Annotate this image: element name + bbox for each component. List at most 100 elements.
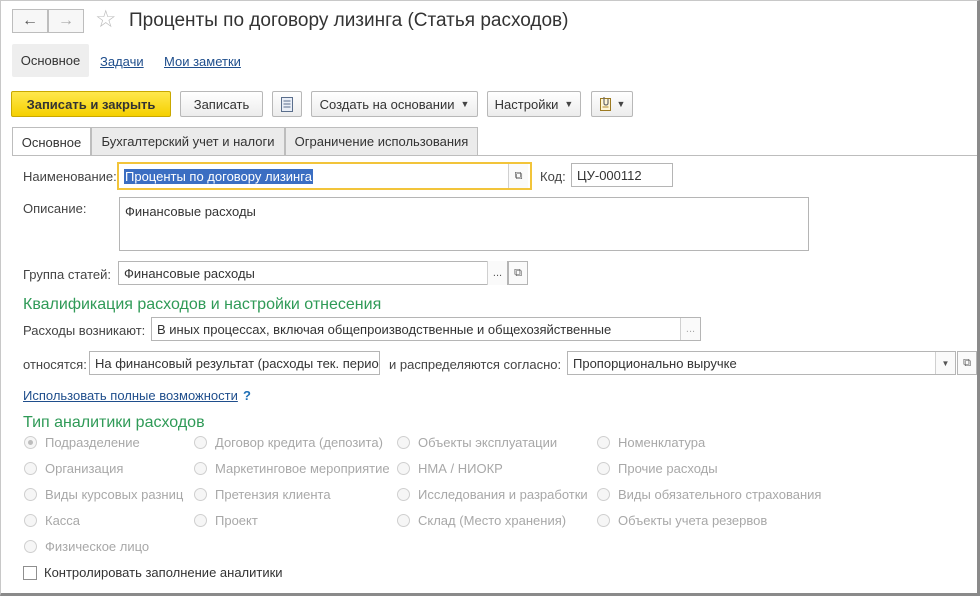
radio-icon (397, 514, 410, 527)
ellipsis-icon: ... (685, 323, 696, 335)
radio-cash[interactable]: Касса (24, 513, 80, 528)
group-label: Группа статей: (23, 267, 111, 282)
report-button[interactable] (272, 91, 302, 117)
full-features-link[interactable]: Использовать полные возможности (23, 388, 238, 403)
distribute-label: и распределяются согласно: (389, 357, 562, 372)
radio-label: Склад (Место хранения) (418, 513, 567, 528)
save-button[interactable]: Записать (180, 91, 263, 117)
nav-tasks[interactable]: Задачи (100, 54, 144, 69)
settings-button[interactable]: Настройки ▼ (487, 91, 581, 117)
help-icon[interactable]: ? (243, 388, 251, 403)
radio-icon (24, 514, 37, 527)
code-value: ЦУ-000112 (577, 167, 642, 183)
radio-label: Объекты эксплуатации (418, 435, 558, 450)
name-value: Проценты по договору лизинга (124, 168, 313, 184)
arise-value: В иных процессах, включая общепроизводст… (157, 321, 612, 337)
radio-label: Виды курсовых разниц (45, 487, 184, 502)
tab-usage-restrictions[interactable]: Ограничение использования (285, 127, 478, 155)
radio-icon (597, 488, 610, 501)
radio-label: Объекты учета резервов (618, 513, 768, 528)
favorite-star-icon[interactable]: ☆ (95, 7, 117, 33)
distribute-open-button[interactable]: ⧉ (957, 351, 977, 375)
relate-label: относятся: (23, 357, 87, 372)
radio-nomenclature[interactable]: Номенклатура (597, 435, 705, 450)
radio-label: Прочие расходы (618, 461, 718, 476)
tab-accounting-taxes[interactable]: Бухгалтерский учет и налоги (91, 127, 285, 155)
radio-icon (24, 540, 37, 553)
radio-research[interactable]: Исследования и разработки (397, 487, 588, 502)
radio-project[interactable]: Проект (194, 513, 258, 528)
name-label: Наименование: (23, 169, 117, 184)
save-and-close-label: Записать и закрыть (26, 96, 156, 112)
radio-label: Маркетинговое мероприятие (215, 461, 390, 476)
radio-reserve-objects[interactable]: Объекты учета резервов (597, 513, 767, 528)
open-window-icon: ⧉ (514, 169, 523, 182)
radio-label: Подразделение (45, 435, 140, 450)
group-input[interactable]: Финансовые расходы (118, 261, 508, 285)
control-analytics-label: Контролировать заполнение аналитики (44, 565, 283, 580)
distribute-select[interactable]: Пропорционально выручке (567, 351, 956, 375)
create-based-on-label: Создать на основании (319, 96, 455, 112)
code-label: Код: (540, 169, 566, 184)
radio-other-expenses[interactable]: Прочие расходы (597, 461, 718, 476)
arise-input[interactable]: В иных процессах, включая общепроизводст… (151, 317, 701, 341)
relate-input[interactable]: На финансовый результат (расходы тек. пе… (89, 351, 380, 375)
radio-credit-contract[interactable]: Договор кредита (депозита) (194, 435, 383, 450)
qualification-title: Квалификация расходов и настройки отнесе… (23, 296, 382, 313)
radio-icon (194, 462, 207, 475)
radio-icon (194, 488, 207, 501)
radio-icon (24, 488, 37, 501)
radio-label: Исследования и разработки (418, 487, 588, 502)
radio-label: Претензия клиента (215, 487, 331, 502)
attachments-button[interactable]: ▼ (591, 91, 633, 117)
group-value: Финансовые расходы (124, 265, 255, 281)
radio-label: Проект (215, 513, 258, 528)
chevron-down-icon: ▼ (564, 99, 574, 109)
radio-exchange-differences[interactable]: Виды курсовых разниц (24, 487, 183, 502)
open-window-icon: ⧉ (963, 356, 971, 369)
radio-subdivision[interactable]: Подразделение (24, 435, 140, 450)
radio-organization[interactable]: Организация (24, 461, 123, 476)
nav-main[interactable]: Основное (12, 44, 89, 77)
arrow-right-icon: → (58, 12, 74, 29)
radio-client-claim[interactable]: Претензия клиента (194, 487, 331, 502)
radio-individual[interactable]: Физическое лицо (24, 539, 149, 554)
radio-intangible-assets[interactable]: НМА / НИОКР (397, 461, 503, 476)
create-based-on-button[interactable]: Создать на основании ▼ (311, 91, 478, 117)
radio-icon (397, 462, 410, 475)
radio-label: Организация (45, 461, 124, 476)
save-and-close-button[interactable]: Записать и закрыть (11, 91, 171, 117)
radio-operation-objects[interactable]: Объекты эксплуатации (397, 435, 557, 450)
distribute-value: Пропорционально выручке (573, 355, 737, 371)
radio-label: Договор кредита (депозита) (215, 435, 383, 450)
radio-icon (597, 514, 610, 527)
control-analytics-checkbox-row[interactable]: Контролировать заполнение аналитики (23, 565, 283, 580)
radio-selected-icon (24, 436, 37, 449)
radio-marketing-event[interactable]: Маркетинговое мероприятие (194, 461, 390, 476)
document-list-icon (281, 96, 293, 112)
distribute-dropdown-button[interactable]: ▼ (935, 352, 955, 374)
back-button[interactable]: ← (12, 9, 48, 33)
analytics-title: Тип аналитики расходов (23, 414, 205, 431)
code-input[interactable]: ЦУ-000112 (571, 163, 673, 187)
tab-main[interactable]: Основное (12, 127, 91, 156)
name-input[interactable]: Проценты по договору лизинга (117, 162, 532, 190)
clip-document-icon (599, 96, 613, 112)
group-open-button[interactable]: ⧉ (508, 261, 528, 285)
open-name-button[interactable]: ⧉ (508, 164, 528, 188)
save-label: Записать (193, 96, 250, 112)
forward-button[interactable]: → (48, 9, 84, 33)
radio-label: Касса (45, 513, 81, 528)
group-select-button[interactable]: ... (487, 261, 507, 285)
arise-select-button[interactable]: ... (680, 318, 700, 340)
radio-icon (24, 462, 37, 475)
radio-warehouse[interactable]: Склад (Место хранения) (397, 513, 566, 528)
control-analytics-checkbox[interactable] (23, 565, 37, 580)
nav-my-notes[interactable]: Мои заметки (164, 54, 241, 69)
radio-insurance-types[interactable]: Виды обязательного страхования (597, 487, 821, 502)
radio-label: Физическое лицо (45, 539, 150, 554)
open-window-icon: ⧉ (514, 266, 522, 279)
radio-icon (194, 514, 207, 527)
description-textarea[interactable]: Финансовые расходы (119, 197, 809, 251)
tab-divider (12, 155, 978, 156)
